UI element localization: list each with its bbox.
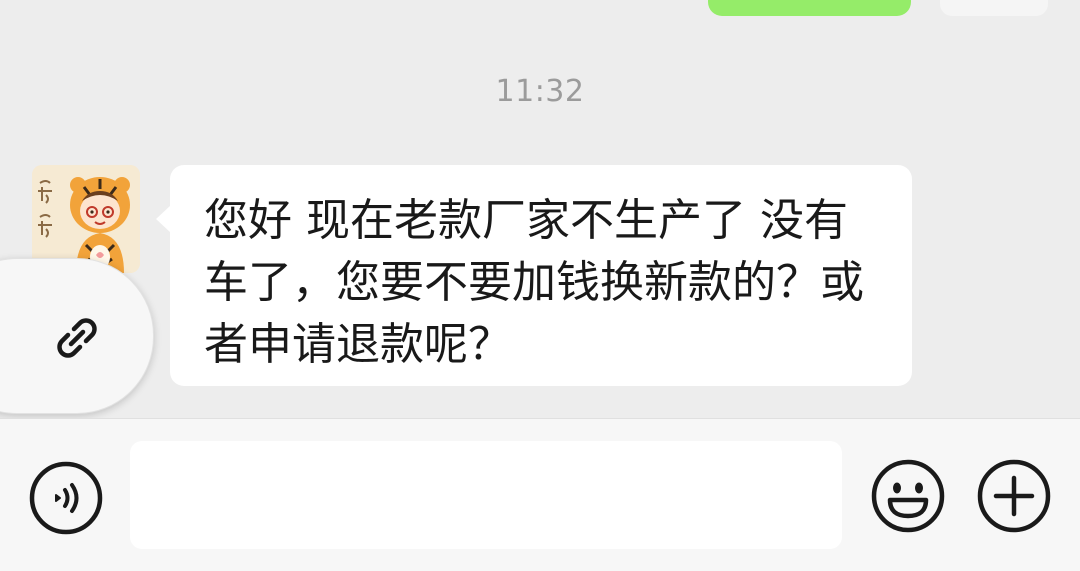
contact-avatar[interactable] [32, 165, 140, 273]
message-text-input[interactable] [130, 441, 842, 549]
previous-message-bubble[interactable] [940, 0, 1048, 16]
previous-sent-message-bubble[interactable] [708, 0, 911, 16]
voice-icon[interactable] [28, 460, 104, 536]
message-timestamp: 11:32 [495, 74, 585, 109]
emoji-icon[interactable] [870, 458, 946, 534]
message-text: 您好 现在老款厂家不生产了 没有车了，您要不要加钱换新款的？或者申请退款呢？ [204, 195, 864, 370]
tiger-costume-avatar-icon [32, 165, 140, 273]
received-message-bubble[interactable]: 您好 现在老款厂家不生产了 没有车了，您要不要加钱换新款的？或者申请退款呢？ [156, 165, 912, 386]
chat-screen: 11:32 您好 现在老款厂家不生产了 没有车了，您要不要加钱换新款的？或者申请… [0, 0, 1080, 571]
link-icon [57, 318, 97, 358]
plus-icon[interactable] [976, 458, 1052, 534]
